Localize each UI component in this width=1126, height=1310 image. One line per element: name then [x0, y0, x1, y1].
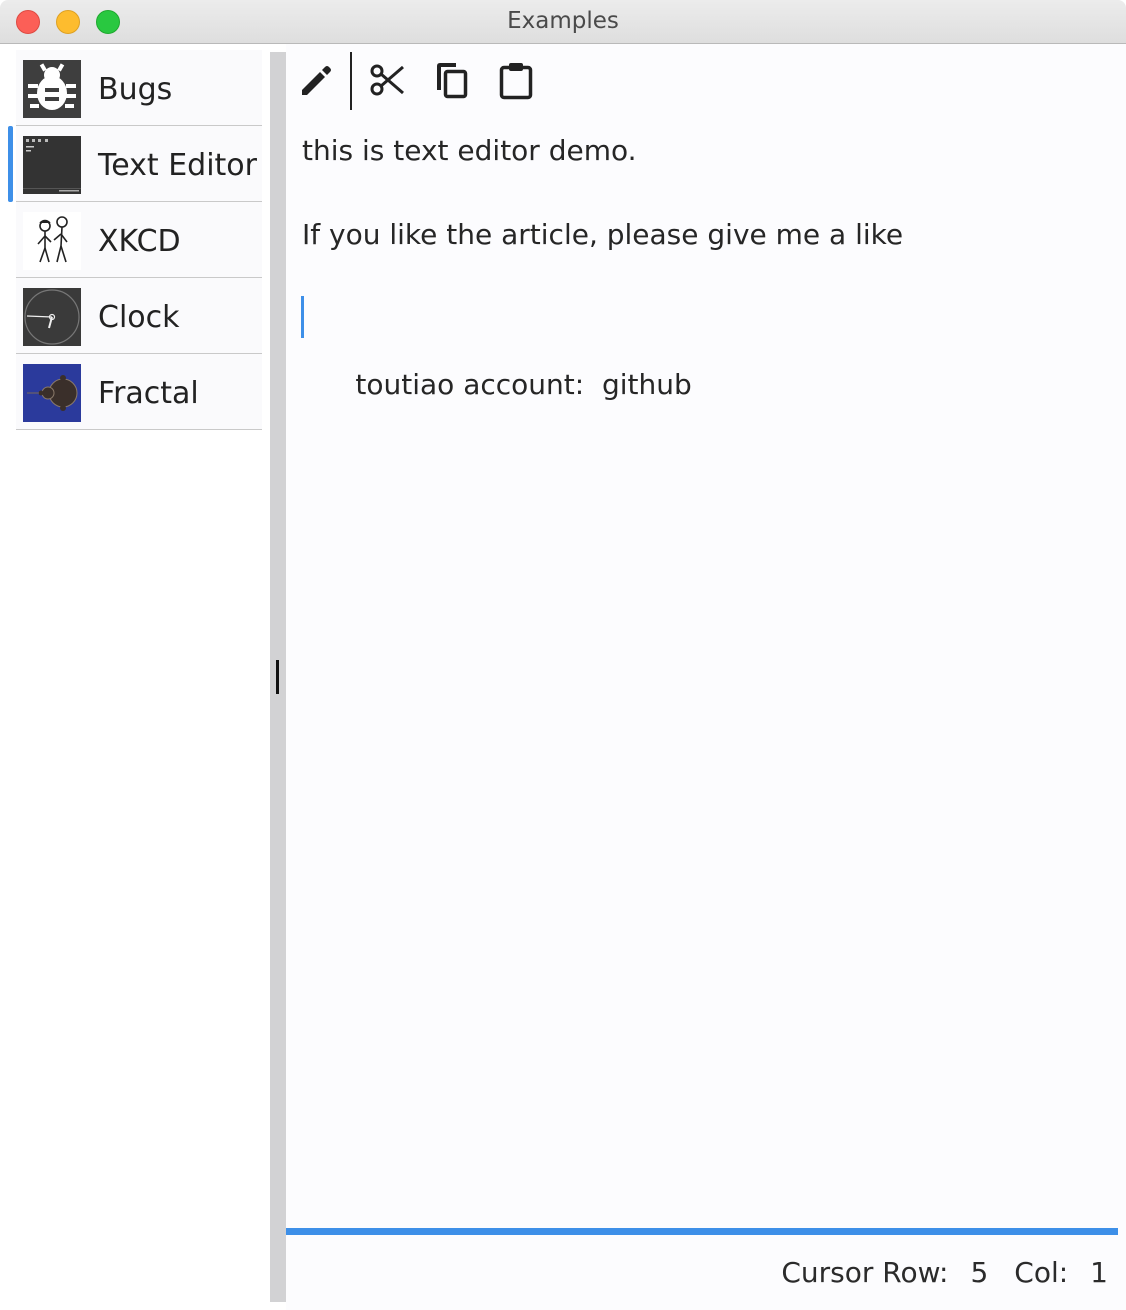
window-title: Examples — [507, 8, 619, 34]
sidebar-item-fractal[interactable]: Fractal — [16, 354, 262, 430]
splitter-grip-handle[interactable] — [276, 660, 279, 694]
sidebar-item-label: Clock — [98, 300, 180, 335]
copy-icon[interactable] — [432, 60, 472, 100]
editor-line[interactable]: this is text editor demo. — [302, 134, 1102, 218]
editor-line[interactable]: If you like the article, please give me … — [302, 218, 1102, 302]
examples-sidebar: Bugs Text Editor XKCD Clock Fractal — [0, 44, 270, 1310]
status-bar: Cursor Row: 5 Col: 1 — [781, 1256, 1108, 1289]
sidebar-item-xkcd[interactable]: XKCD — [16, 202, 262, 278]
sidebar-item-clock[interactable]: Clock — [16, 278, 262, 354]
editor-line-current[interactable]: toutiao account: github — [301, 296, 1102, 401]
sidebar-item-label: Bugs — [98, 72, 173, 107]
text-caret — [301, 296, 304, 338]
cursor-col-label: Col: — [1014, 1256, 1069, 1289]
bug-icon — [23, 60, 81, 118]
toolbar-separator — [350, 52, 352, 110]
pane-splitter[interactable] — [270, 52, 286, 1302]
editor-focus-indicator — [286, 1228, 1118, 1235]
pencil-icon[interactable] — [296, 60, 336, 100]
sidebar-item-text-editor[interactable]: Text Editor — [8, 126, 262, 202]
clock-thumbnail — [23, 288, 81, 346]
text-editor-content[interactable]: this is text editor demo. If you like th… — [301, 134, 1102, 401]
scissors-icon[interactable] — [368, 60, 408, 100]
sidebar-item-label: Fractal — [98, 376, 199, 411]
fractal-thumbnail — [23, 364, 81, 422]
text-editor-thumbnail — [23, 136, 81, 194]
clipboard-icon[interactable] — [496, 60, 536, 100]
editor-line-text: toutiao account: github — [355, 368, 692, 401]
cursor-col-value: 1 — [1090, 1256, 1108, 1289]
editor-toolbar — [286, 44, 1126, 114]
sidebar-item-label: Text Editor — [98, 148, 257, 183]
sidebar-item-bugs[interactable]: Bugs — [16, 50, 262, 126]
sidebar-item-label: XKCD — [98, 224, 181, 259]
cursor-row-label: Cursor Row: — [781, 1256, 949, 1289]
title-bar: Examples — [0, 0, 1126, 44]
text-editor-pane: this is text editor demo. If you like th… — [286, 44, 1126, 1310]
cursor-row-value: 5 — [970, 1256, 989, 1289]
xkcd-thumbnail — [23, 212, 81, 270]
